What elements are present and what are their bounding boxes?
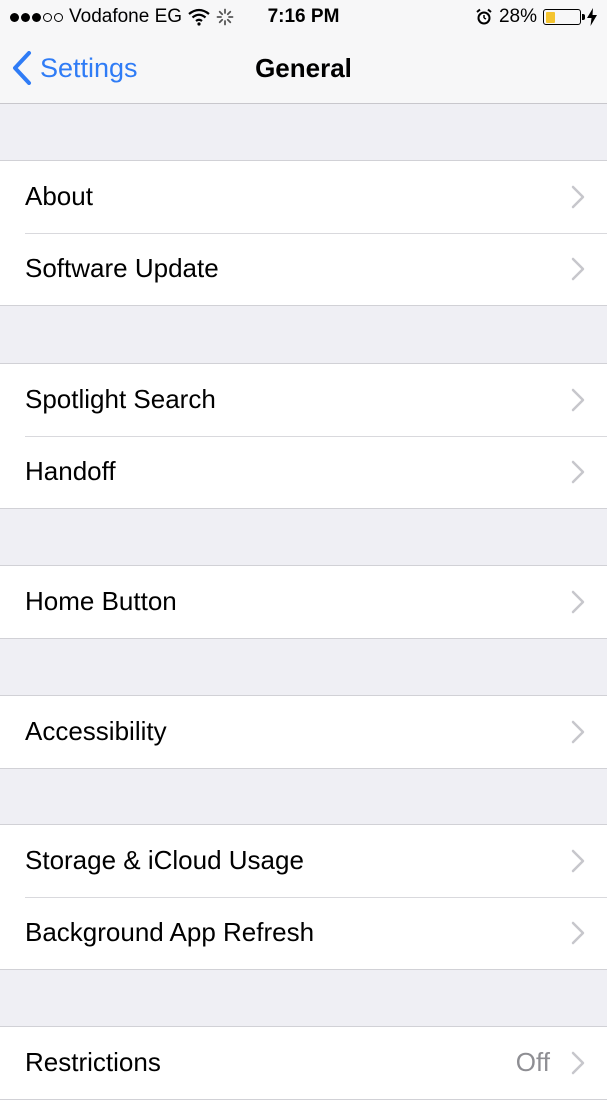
row-label: Home Button bbox=[25, 586, 177, 616]
row-about[interactable]: About bbox=[0, 161, 607, 233]
row-background-app-refresh[interactable]: Background App Refresh bbox=[0, 897, 607, 969]
row-label: Restrictions bbox=[25, 1047, 161, 1077]
chevron-right-icon bbox=[571, 849, 585, 873]
row-handoff[interactable]: Handoff bbox=[0, 436, 607, 508]
settings-group: Restrictions Off bbox=[0, 1026, 607, 1100]
row-label: Background App Refresh bbox=[25, 917, 315, 947]
row-label: Spotlight Search bbox=[25, 384, 216, 414]
row-value: Off bbox=[515, 1047, 550, 1077]
chevron-right-icon bbox=[571, 388, 585, 412]
row-home-button[interactable]: Home Button bbox=[0, 566, 607, 638]
battery-percentage: 28% bbox=[498, 6, 537, 27]
row-restrictions[interactable]: Restrictions Off bbox=[0, 1027, 607, 1099]
row-software-update[interactable]: Software Update bbox=[0, 233, 607, 305]
settings-group: Accessibility bbox=[0, 695, 607, 769]
chevron-right-icon bbox=[571, 185, 585, 209]
row-label: About bbox=[25, 181, 93, 211]
row-storage-icloud-usage[interactable]: Storage & iCloud Usage bbox=[0, 825, 607, 897]
row-spotlight-search[interactable]: Spotlight Search bbox=[0, 364, 607, 436]
row-label: Accessibility bbox=[25, 716, 167, 746]
chevron-right-icon bbox=[571, 1051, 585, 1075]
battery-level-fill bbox=[545, 11, 555, 23]
chevron-right-icon bbox=[571, 921, 585, 945]
navigation-bar: Settings General bbox=[0, 34, 607, 104]
settings-group: Spotlight Search Handoff bbox=[0, 363, 607, 509]
row-label: Storage & iCloud Usage bbox=[25, 845, 304, 875]
row-label: Software Update bbox=[25, 253, 219, 283]
status-bar: Vodafone EG 7:16 PM 28% bbox=[0, 0, 607, 34]
charging-bolt-icon bbox=[587, 8, 597, 26]
row-label: Handoff bbox=[25, 456, 116, 486]
settings-group: About Software Update bbox=[0, 160, 607, 306]
alarm-icon bbox=[476, 8, 492, 25]
battery-icon bbox=[543, 9, 585, 25]
battery-cap bbox=[582, 14, 585, 20]
chevron-right-icon bbox=[571, 460, 585, 484]
settings-group: Home Button bbox=[0, 565, 607, 639]
chevron-right-icon bbox=[571, 590, 585, 614]
chevron-right-icon bbox=[571, 720, 585, 744]
status-right: 28% bbox=[475, 6, 597, 28]
settings-group: Storage & iCloud Usage Background App Re… bbox=[0, 824, 607, 970]
row-accessibility[interactable]: Accessibility bbox=[0, 696, 607, 768]
page-title: General bbox=[255, 53, 352, 83]
chevron-right-icon bbox=[571, 257, 585, 281]
